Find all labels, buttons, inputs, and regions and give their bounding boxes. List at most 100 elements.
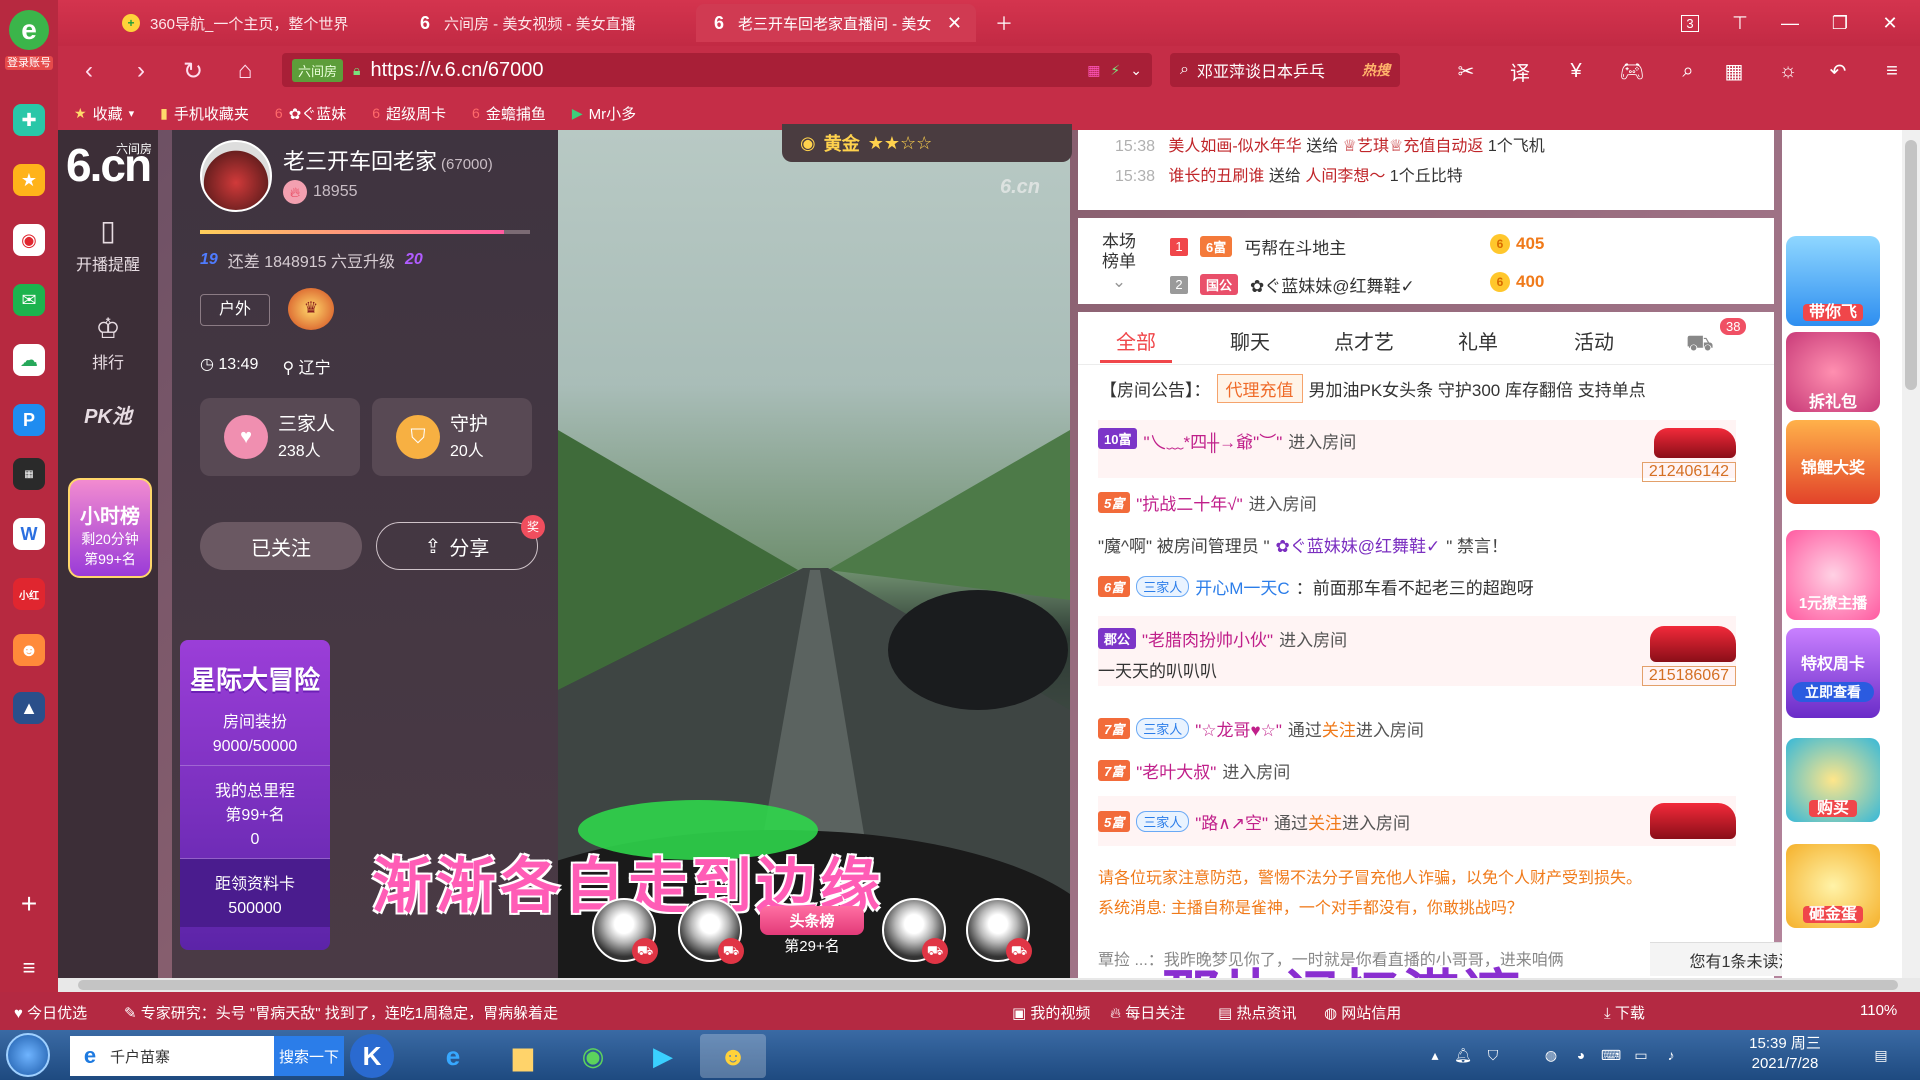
user-name[interactable]: "老叶大叔" xyxy=(1136,758,1216,783)
translate-icon[interactable]: 译 xyxy=(1504,55,1536,87)
tab-talent[interactable]: 点才艺 xyxy=(1334,326,1394,355)
document-icon[interactable]: W xyxy=(13,518,45,550)
today-picks[interactable]: ♥ 今日优选 xyxy=(14,1002,87,1023)
tab-gift-list[interactable]: 礼单 xyxy=(1458,326,1498,355)
shirt-icon[interactable]: ⊤ xyxy=(1722,8,1758,38)
promo-gift-pack[interactable]: 拆礼包 xyxy=(1786,332,1880,412)
promo-koi[interactable]: 锦鲤大奖 xyxy=(1786,420,1880,504)
maximize-button[interactable]: ❐ xyxy=(1822,8,1858,38)
hot-news[interactable]: ▤ 热点资讯 xyxy=(1218,1002,1296,1023)
promo-fly[interactable]: 带你飞 xyxy=(1786,236,1880,326)
scissors-icon[interactable]: ✂ xyxy=(1450,55,1482,87)
reload-icon[interactable]: ↻ xyxy=(176,54,210,88)
hour-rank-widget[interactable]: 小时榜 剩20分钟 第99+名 xyxy=(68,478,152,578)
notification-icon[interactable]: 🔔︎ xyxy=(1452,1044,1474,1066)
home-icon[interactable]: ⌂ xyxy=(228,54,262,88)
tab-chat[interactable]: 聊天 xyxy=(1230,326,1270,355)
log-receiver[interactable]: ♕艺琪♕充值自动返 xyxy=(1343,138,1484,155)
lightning-icon[interactable]: ⚡ xyxy=(1110,62,1120,79)
category-tag[interactable]: 户外 xyxy=(200,294,270,326)
zoom-level[interactable]: 110% xyxy=(1860,1002,1897,1019)
user-name[interactable]: "乀﹏*四╫→爺"︶" xyxy=(1143,428,1282,453)
tab-all[interactable]: 全部 xyxy=(1116,326,1156,355)
user-name[interactable]: ✿ぐ蓝妹妹@红舞鞋✓ xyxy=(1276,532,1441,557)
shield-tray-icon[interactable]: ⛉ xyxy=(1482,1044,1504,1066)
event-panel[interactable]: 星际大冒险 房间装扮 9000/50000 我的总里程 第99+名 0 距领资料卡 50… xyxy=(180,640,330,950)
cloud-icon[interactable]: ☁ xyxy=(13,344,45,376)
top-fan-widget[interactable]: 头条榜 第29+名 xyxy=(760,894,864,964)
nav-live-reminder[interactable]: ▯ 开播提醒 xyxy=(58,214,158,275)
daily-focus[interactable]: 🔥︎ 每日关注 xyxy=(1110,1002,1185,1023)
share-button[interactable]: ⇪ 分享 奖 xyxy=(376,515,545,570)
search-input[interactable]: ⌕ 邓亚萍谈日本乒乓 热搜 xyxy=(1170,53,1400,87)
my-video[interactable]: ▣ 我的视频 xyxy=(1012,1002,1090,1023)
fan-avatar[interactable]: ⛟ xyxy=(678,898,744,964)
undo-icon[interactable]: ↶ xyxy=(1822,55,1854,87)
star-icon[interactable]: ★ xyxy=(13,164,45,196)
360-browser-icon[interactable]: ◉ xyxy=(560,1034,626,1078)
media-player-icon[interactable]: ▶ xyxy=(630,1034,696,1078)
start-button[interactable] xyxy=(6,1033,50,1077)
brightness-icon[interactable]: ☼ xyxy=(1772,55,1804,87)
tab-6cn[interactable]: 6 六间房 - 美女视频 - 美女直播 xyxy=(402,4,692,42)
ie-taskbar-icon[interactable]: e xyxy=(420,1034,486,1078)
nav-pk-pool[interactable]: PK池 xyxy=(58,400,158,429)
downloads[interactable]: ⤓ 下载 xyxy=(1604,1002,1645,1023)
game3-icon[interactable]: ▲ xyxy=(13,692,45,724)
new-tab-button[interactable]: ＋ xyxy=(986,8,1022,38)
red-app-icon[interactable]: 小红 xyxy=(13,578,45,610)
site-credit[interactable]: ◍ 网站信用 xyxy=(1324,1002,1401,1023)
fan-avatar[interactable]: ⛟ xyxy=(882,898,948,964)
bookmark-mobile[interactable]: ▮ 手机收藏夹 xyxy=(160,103,249,124)
promo-weekly-card[interactable]: 特权周卡 立即查看 xyxy=(1786,628,1880,718)
tab-live-room[interactable]: 6 老三开车回老家直播间 - 美女 ✕ xyxy=(696,4,976,42)
horizontal-scrollbar[interactable] xyxy=(58,978,1920,992)
news-ticker[interactable]: ✎ 专家研究：头号 "胃病天敌" 找到了，连吃1周稳定，胃病躲着走 xyxy=(124,1002,558,1023)
promo-one-yuan[interactable]: 1元撩主播 xyxy=(1786,530,1880,620)
add-icon[interactable]: + xyxy=(13,888,45,920)
promo-buy[interactable]: 购买 xyxy=(1786,738,1880,822)
settings-menu-icon[interactable]: ≡ xyxy=(1876,55,1908,87)
bookmark-weekly-card[interactable]: 6 超级周卡 xyxy=(372,103,446,124)
nav-ranking[interactable]: ♔ 排行 xyxy=(58,312,158,373)
agent-recharge-tag[interactable]: 代理充值 xyxy=(1216,374,1303,403)
rank-row[interactable]: 2 国公 ✿ぐ蓝妹妹@红舞鞋✓ xyxy=(1170,272,1415,297)
folder-icon[interactable]: ▆ xyxy=(490,1034,556,1078)
back-icon[interactable]: ‹ xyxy=(72,54,106,88)
grid-icon[interactable]: ▦ xyxy=(1718,55,1750,87)
taskbar-search[interactable]: e 千户苗寨 搜索一下 xyxy=(70,1036,344,1076)
view-now-button[interactable]: 立即查看 xyxy=(1792,682,1874,702)
tab-activity[interactable]: 活动 xyxy=(1574,326,1614,355)
url-bar[interactable]: 六间房 🔒︎ https://v.6.cn/67000 ▦ ⚡ ⌄ xyxy=(282,53,1152,87)
bookmark-favorites[interactable]: ★ 收藏 ▾ xyxy=(74,103,134,124)
menu-icon[interactable]: ≡ xyxy=(13,952,45,984)
tray-arrow-icon[interactable]: ▴ xyxy=(1424,1044,1446,1066)
log-receiver[interactable]: 人间李想～ xyxy=(1305,168,1385,185)
game-icon[interactable]: ▦ xyxy=(13,458,45,490)
action-center-icon[interactable]: ▤ xyxy=(1870,1044,1892,1066)
bookmark-mr-xiaoduo[interactable]: ▶ Mr小多 xyxy=(572,103,636,124)
active-app-icon[interactable]: ☻ xyxy=(700,1034,766,1078)
bookmark-fishing[interactable]: 6 金蟾捕鱼 xyxy=(472,103,546,124)
user-name[interactable]: "抗战二十年√" xyxy=(1136,490,1242,515)
follow-button[interactable]: 已关注 xyxy=(200,522,362,570)
rank-row[interactable]: 1 6富 丐帮在斗地主 xyxy=(1170,234,1346,259)
close-icon[interactable]: ✕ xyxy=(947,13,962,34)
tab-count[interactable]: 3 xyxy=(1672,8,1708,38)
user-name[interactable]: "老腊肉扮帅小伙" xyxy=(1142,626,1273,651)
window-close-button[interactable]: ✕ xyxy=(1872,8,1908,38)
promo-golden-egg[interactable]: 砸金蛋 xyxy=(1786,844,1880,928)
family-card[interactable]: ♥ 三家人 238人 xyxy=(200,398,360,476)
p-app-icon[interactable]: P xyxy=(13,404,45,436)
gold-level-badge[interactable]: ◉ 黄金 ★★☆☆ xyxy=(782,124,1072,162)
fan-avatar[interactable]: ⛟ xyxy=(966,898,1032,964)
mail-icon[interactable]: ✉ xyxy=(13,284,45,316)
k-app-icon[interactable]: K xyxy=(350,1034,394,1078)
vertical-scrollbar[interactable] xyxy=(1902,130,1920,978)
user-name[interactable]: 开心M一天C xyxy=(1195,574,1289,599)
user-name[interactable]: "☆龙哥♥☆" xyxy=(1195,716,1282,741)
minimize-button[interactable]: — xyxy=(1772,8,1808,38)
weibo-icon[interactable]: ◉ xyxy=(13,224,45,256)
bookmark-lanmei[interactable]: 6 ✿ぐ蓝妹 xyxy=(275,103,346,124)
magnifier-icon[interactable]: ⌕ xyxy=(1672,55,1704,87)
